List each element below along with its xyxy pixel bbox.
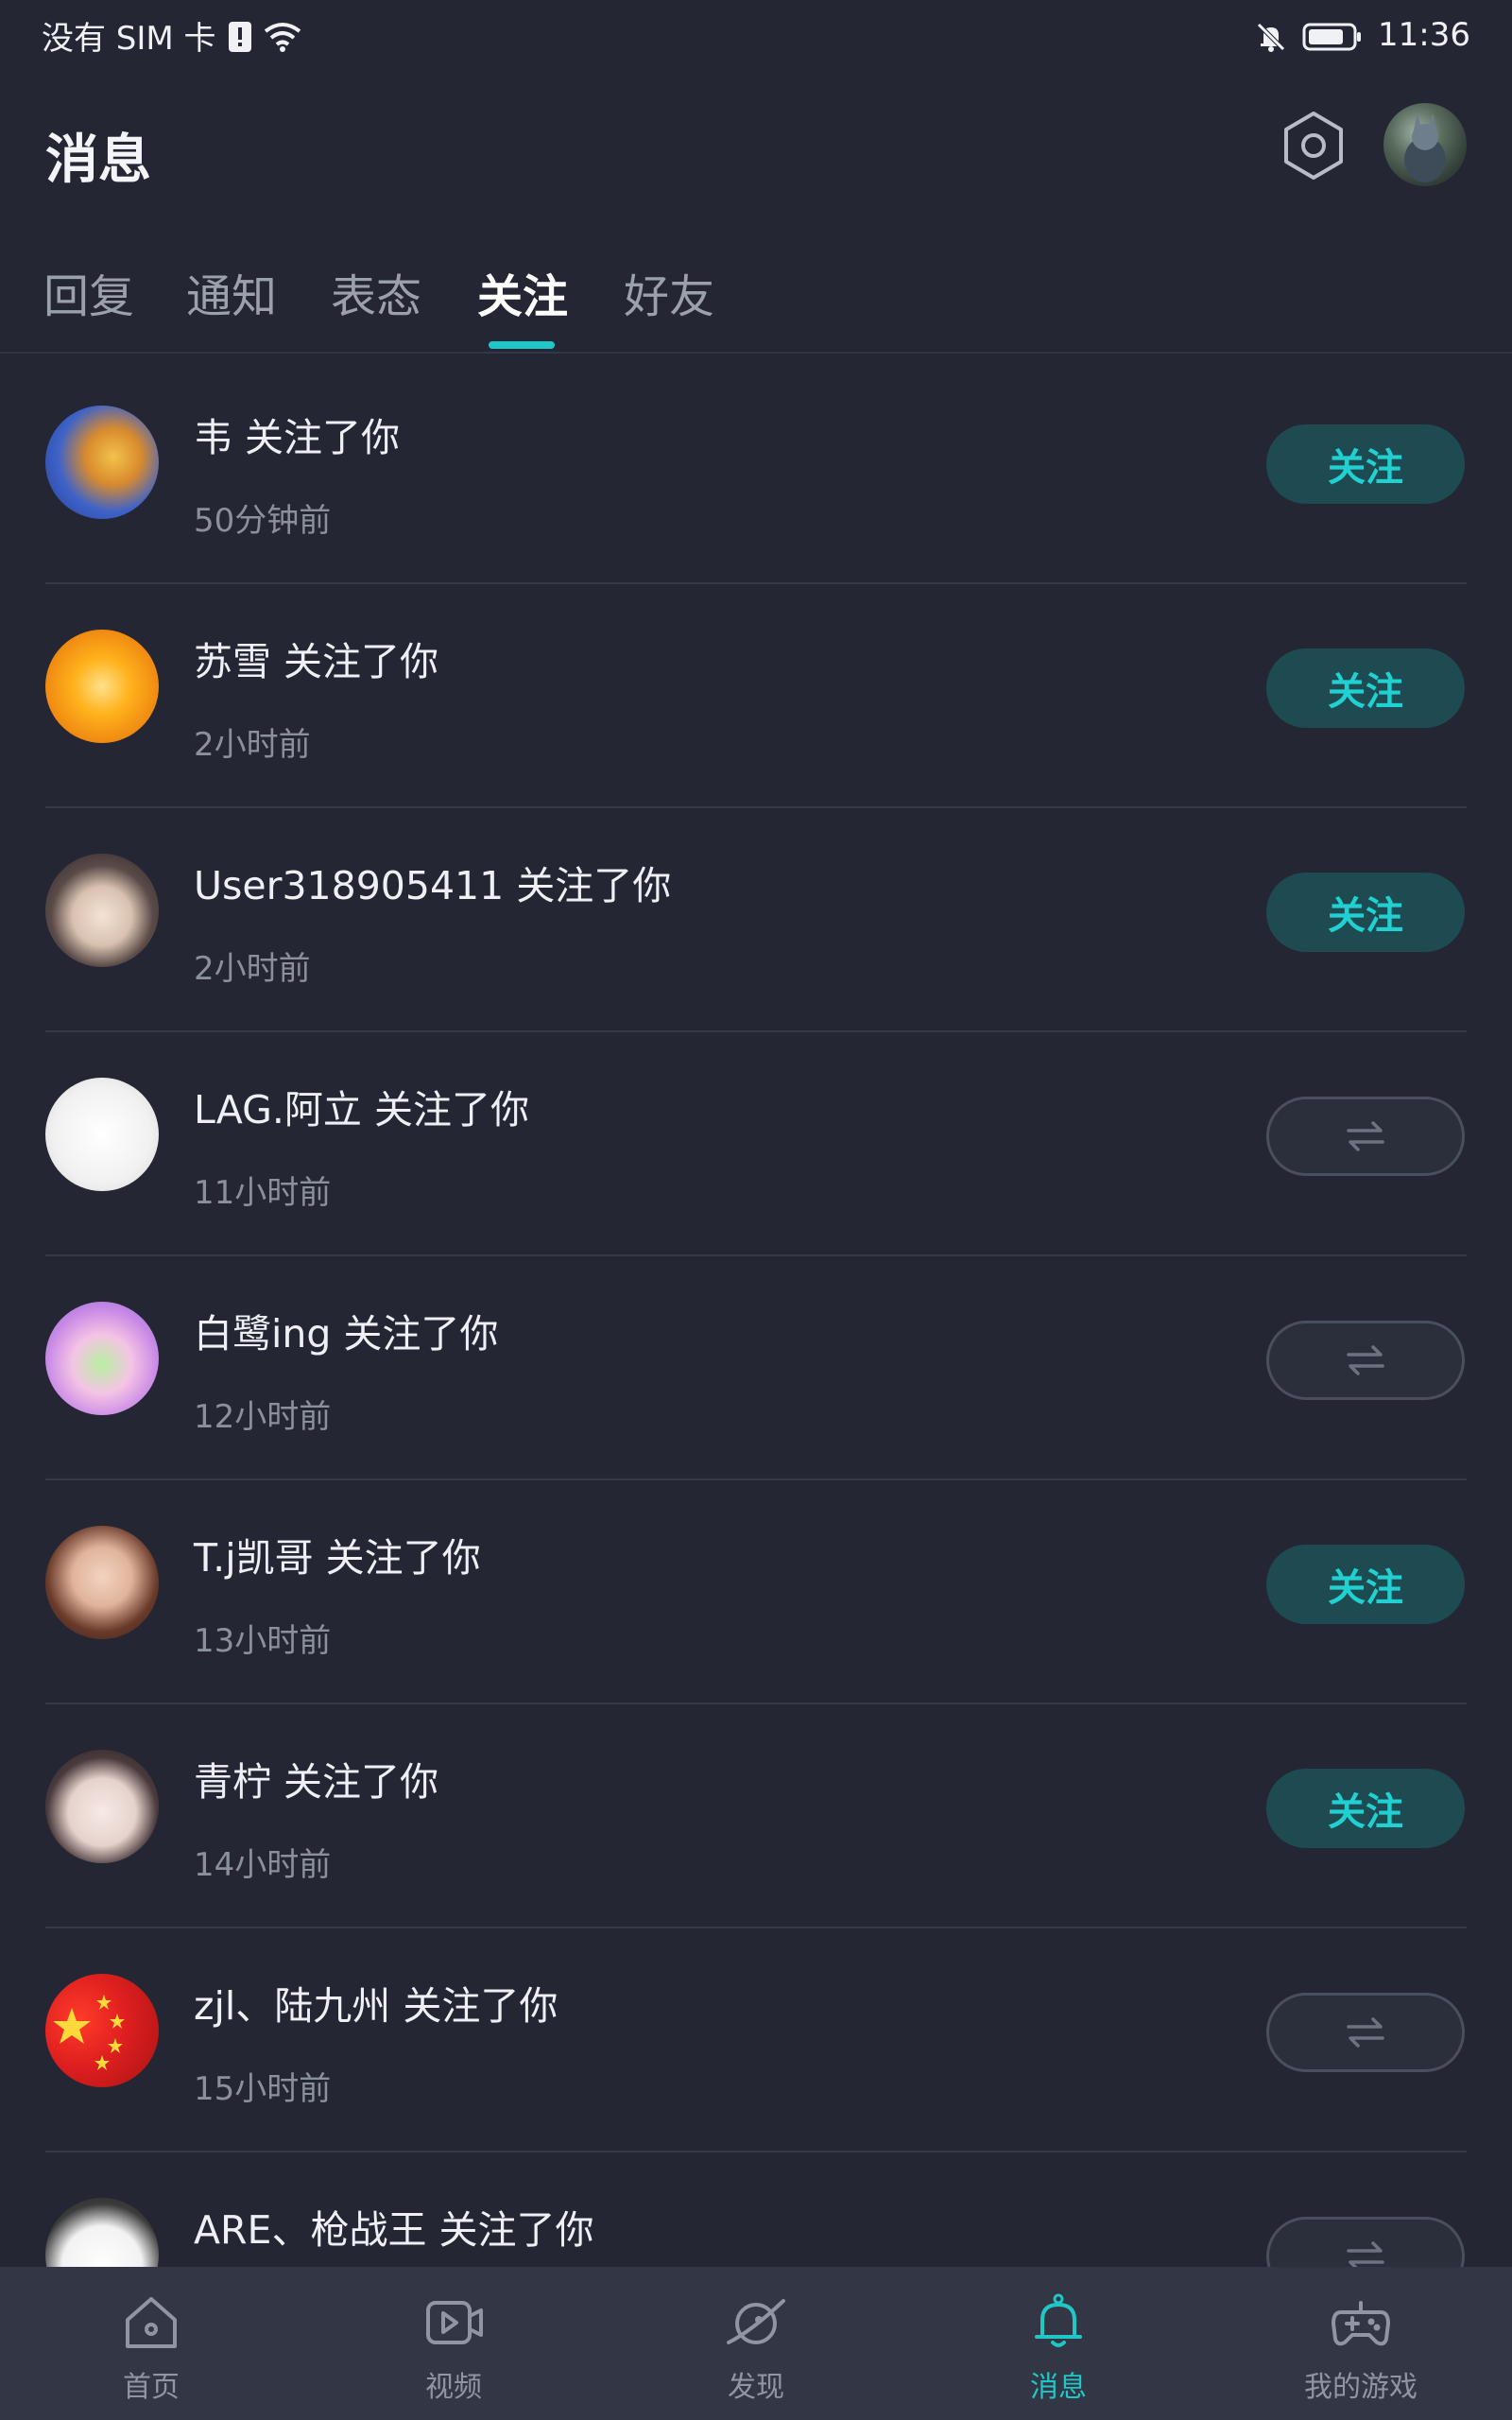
tab-follows[interactable]: 关注 <box>477 259 568 325</box>
tab-reply[interactable]: 回复 <box>43 259 134 325</box>
avatar[interactable] <box>45 630 159 743</box>
avatar[interactable] <box>45 1526 159 1639</box>
nav-label: 发现 <box>728 2371 784 2404</box>
nav-video[interactable]: 视频 <box>302 2267 605 2420</box>
follow-time: 12小时前 <box>194 1398 332 1436</box>
follower-name: T.j凯哥 关注了你 <box>194 1535 481 1581</box>
sim-alert-icon <box>228 16 252 54</box>
follow-button[interactable]: 关注 <box>1266 1545 1465 1624</box>
list-item[interactable]: 韦 关注了你 50分钟前 关注 <box>0 360 1512 584</box>
top-header: 消息 <box>0 70 1512 231</box>
follow-button[interactable]: 关注 <box>1266 1769 1465 1848</box>
nav-label: 首页 <box>123 2371 180 2404</box>
follow-time: 11小时前 <box>194 1174 332 1212</box>
mutual-follow-button[interactable] <box>1266 1321 1465 1400</box>
follower-name: 苏雪 关注了你 <box>194 639 439 684</box>
nav-my-games[interactable]: 我的游戏 <box>1210 2267 1512 2420</box>
mutual-arrows-icon <box>1347 1345 1384 1375</box>
nav-label: 视频 <box>425 2371 482 2404</box>
tab-friends[interactable]: 好友 <box>624 259 714 325</box>
follow-time: 14小时前 <box>194 1846 332 1884</box>
list-item[interactable]: 青柠 关注了你 14小时前 关注 <box>0 1704 1512 1928</box>
status-bar: 没有 SIM 卡 11:36 <box>0 0 1512 70</box>
home-icon <box>126 2297 177 2348</box>
nav-label: 我的游戏 <box>1304 2371 1418 2404</box>
follow-time: 2小时前 <box>194 726 311 764</box>
nav-messages[interactable]: 消息 <box>907 2267 1210 2420</box>
avatar[interactable] <box>45 1078 159 1191</box>
mutual-arrows-icon <box>1347 2241 1384 2267</box>
follower-name: User318905411 关注了你 <box>194 863 672 908</box>
carrier-text: 没有 SIM 卡 <box>42 19 216 58</box>
list-item[interactable]: LAG.阿立 关注了你 11小时前 <box>0 1032 1512 1256</box>
follower-name: zjl、陆九州 关注了你 <box>194 1983 558 2029</box>
gamepad-icon <box>1332 2301 1390 2346</box>
list-item[interactable]: ARE、枪战王 关注了你 <box>0 2152 1512 2267</box>
avatar[interactable] <box>45 1302 159 1415</box>
avatar[interactable] <box>45 1974 159 2087</box>
status-right: 11:36 <box>1255 16 1470 54</box>
clock-text: 11:36 <box>1378 16 1470 54</box>
user-avatar-image <box>1404 112 1446 182</box>
list-item[interactable]: 白鹭ing 关注了你 12小时前 <box>0 1256 1512 1480</box>
mutual-arrows-icon <box>1347 2017 1384 2048</box>
list-item[interactable]: 苏雪 关注了你 2小时前 关注 <box>0 584 1512 808</box>
follow-button[interactable]: 关注 <box>1266 424 1465 504</box>
flag-star-icon <box>53 1995 125 2070</box>
follower-name: 白鹭ing 关注了你 <box>194 1311 499 1357</box>
mutual-follow-button[interactable] <box>1266 1993 1465 2072</box>
follow-button[interactable]: 关注 <box>1266 873 1465 952</box>
active-tab-indicator <box>489 341 555 349</box>
follower-name: ARE、枪战王 关注了你 <box>194 2207 594 2253</box>
avatar[interactable] <box>45 2198 159 2267</box>
mutual-follow-button[interactable] <box>1266 2217 1465 2267</box>
video-icon <box>426 2301 483 2344</box>
settings-icon <box>1284 112 1343 180</box>
list-item[interactable]: T.j凯哥 关注了你 13小时前 关注 <box>0 1480 1512 1704</box>
mutual-arrows-icon <box>1347 1121 1384 1151</box>
follow-time: 13小时前 <box>194 1622 332 1660</box>
nav-label: 消息 <box>1030 2371 1087 2404</box>
discover-icon <box>727 2299 785 2344</box>
status-left: 没有 SIM 卡 <box>42 12 301 59</box>
follow-time: 50分钟前 <box>194 502 332 540</box>
list-item[interactable]: User318905411 关注了你 2小时前 关注 <box>0 808 1512 1032</box>
battery-icon <box>1302 16 1363 54</box>
avatar[interactable] <box>45 854 159 967</box>
follower-name: LAG.阿立 关注了你 <box>194 1087 529 1132</box>
nav-discover[interactable]: 发现 <box>605 2267 907 2420</box>
follower-name: 青柠 关注了你 <box>194 1759 439 1805</box>
avatar[interactable] <box>45 1750 159 1863</box>
bottom-nav: 首页 视频 发现 消息 我的游戏 <box>0 2267 1512 2420</box>
follow-button[interactable]: 关注 <box>1266 648 1465 728</box>
user-avatar[interactable] <box>1383 103 1467 186</box>
tab-reactions[interactable]: 表态 <box>331 259 421 325</box>
list-item[interactable]: zjl、陆九州 关注了你 15小时前 <box>0 1928 1512 2152</box>
follow-time: 2小时前 <box>194 950 311 988</box>
follower-name: 韦 关注了你 <box>194 415 401 460</box>
tab-notifications[interactable]: 通知 <box>186 259 277 325</box>
settings-button[interactable] <box>1276 108 1351 183</box>
nav-home[interactable]: 首页 <box>0 2267 302 2420</box>
wifi-icon <box>264 16 301 54</box>
mutual-follow-button[interactable] <box>1266 1097 1465 1176</box>
page-title: 消息 <box>45 130 151 191</box>
avatar[interactable] <box>45 406 159 519</box>
follower-list: 韦 关注了你 50分钟前 关注 苏雪 关注了你 2小时前 关注 User3189… <box>0 360 1512 2267</box>
message-tabs: 回复 通知 表态 关注 好友 <box>0 231 1512 354</box>
mute-bell-icon <box>1255 16 1287 54</box>
follow-time: 15小时前 <box>194 2070 332 2108</box>
bell-icon <box>1035 2293 1082 2347</box>
